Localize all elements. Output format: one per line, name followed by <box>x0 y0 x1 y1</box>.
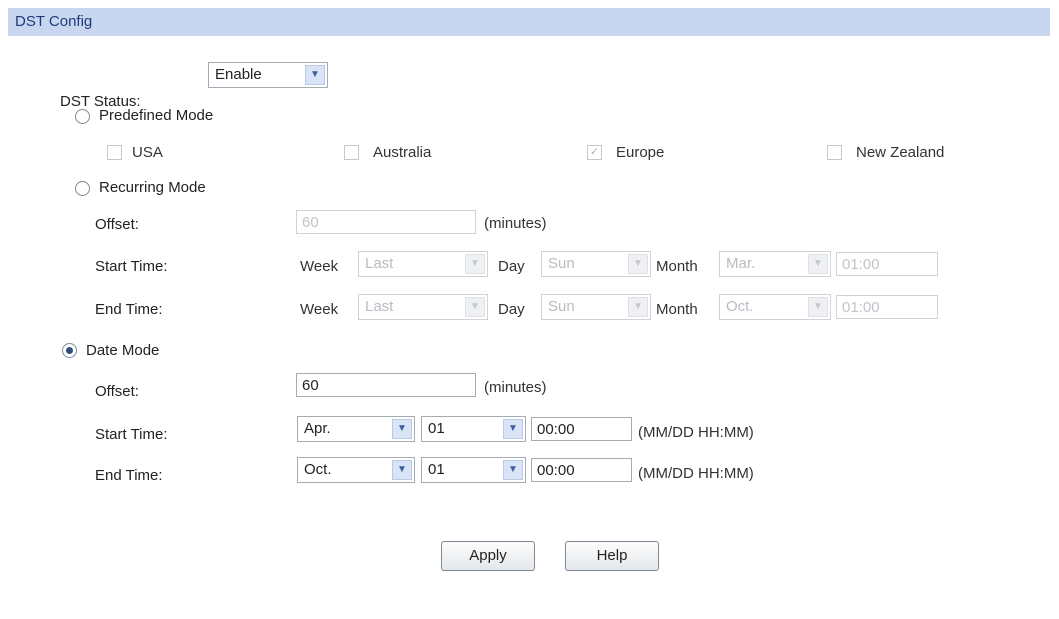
date-mode-label: Date Mode <box>86 342 160 359</box>
date-end-format-hint: (MM/DD HH:MM) <box>638 465 754 482</box>
chevron-down-icon: ▼ <box>503 419 523 439</box>
recurring-start-month-label: Month <box>656 258 698 275</box>
chevron-down-icon: ▼ <box>628 297 648 317</box>
recurring-start-day-select[interactable]: Sun ▼ <box>541 251 651 277</box>
dst-status-select[interactable]: Enable ▼ <box>208 62 328 88</box>
australia-checkbox[interactable] <box>344 145 359 160</box>
date-end-label: End Time: <box>95 467 163 484</box>
recurring-end-week-select[interactable]: Last ▼ <box>358 294 488 320</box>
predefined-mode-label: Predefined Mode <box>99 107 214 124</box>
chevron-down-icon: ▼ <box>392 419 412 439</box>
date-end-month-select[interactable]: Oct. ▼ <box>297 457 415 483</box>
dst-status-value: Enable <box>215 66 262 83</box>
date-start-time-input[interactable]: 00:00 <box>531 417 632 441</box>
chevron-down-icon: ▼ <box>465 297 485 317</box>
usa-label: USA <box>132 144 163 161</box>
europe-label: Europe <box>616 144 665 161</box>
recurring-start-week-label: Week <box>300 258 339 275</box>
checkmark-icon: ✓ <box>589 146 600 158</box>
date-end-time-input[interactable]: 00:00 <box>531 458 632 482</box>
chevron-down-icon: ▼ <box>808 297 828 317</box>
recurring-end-day-select[interactable]: Sun ▼ <box>541 294 651 320</box>
recurring-start-month-select[interactable]: Mar. ▼ <box>719 251 831 277</box>
recurring-start-label: Start Time: <box>95 258 168 275</box>
chevron-down-icon: ▼ <box>628 254 648 274</box>
date-mode-radio[interactable] <box>62 343 77 358</box>
australia-label: Australia <box>373 144 432 161</box>
europe-checkbox[interactable]: ✓ <box>587 145 602 160</box>
recurring-end-time-input[interactable]: 01:00 <box>836 295 938 319</box>
usa-checkbox[interactable] <box>107 145 122 160</box>
section-header: DST Config <box>8 8 1050 36</box>
date-end-day-select[interactable]: 01 ▼ <box>421 457 526 483</box>
apply-button[interactable]: Apply <box>441 541 535 571</box>
predefined-mode-radio[interactable] <box>75 109 90 124</box>
new-zealand-label: New Zealand <box>856 144 945 161</box>
chevron-down-icon: ▼ <box>465 254 485 274</box>
recurring-offset-unit: (minutes) <box>484 215 547 232</box>
recurring-start-week-select[interactable]: Last ▼ <box>358 251 488 277</box>
date-offset-label: Offset: <box>95 383 139 400</box>
date-offset-input[interactable]: 60 <box>296 373 476 397</box>
radio-selected-dot <box>66 347 73 354</box>
recurring-start-day-label: Day <box>498 258 525 275</box>
chevron-down-icon: ▼ <box>808 254 828 274</box>
chevron-down-icon: ▼ <box>503 460 523 480</box>
recurring-start-time-input[interactable]: 01:00 <box>836 252 938 276</box>
recurring-mode-radio[interactable] <box>75 181 90 196</box>
date-offset-unit: (minutes) <box>484 379 547 396</box>
recurring-end-week-label: Week <box>300 301 339 318</box>
date-start-day-select[interactable]: 01 ▼ <box>421 416 526 442</box>
recurring-end-month-label: Month <box>656 301 698 318</box>
recurring-end-month-select[interactable]: Oct. ▼ <box>719 294 831 320</box>
recurring-offset-input[interactable]: 60 <box>296 210 476 234</box>
recurring-mode-label: Recurring Mode <box>99 179 206 196</box>
recurring-end-label: End Time: <box>95 301 163 318</box>
chevron-down-icon: ▼ <box>392 460 412 480</box>
recurring-end-day-label: Day <box>498 301 525 318</box>
date-start-format-hint: (MM/DD HH:MM) <box>638 424 754 441</box>
section-title: DST Config <box>15 13 93 30</box>
date-start-month-select[interactable]: Apr. ▼ <box>297 416 415 442</box>
date-start-label: Start Time: <box>95 426 168 443</box>
help-button[interactable]: Help <box>565 541 659 571</box>
new-zealand-checkbox[interactable] <box>827 145 842 160</box>
chevron-down-icon: ▼ <box>305 65 325 85</box>
recurring-offset-label: Offset: <box>95 216 139 233</box>
